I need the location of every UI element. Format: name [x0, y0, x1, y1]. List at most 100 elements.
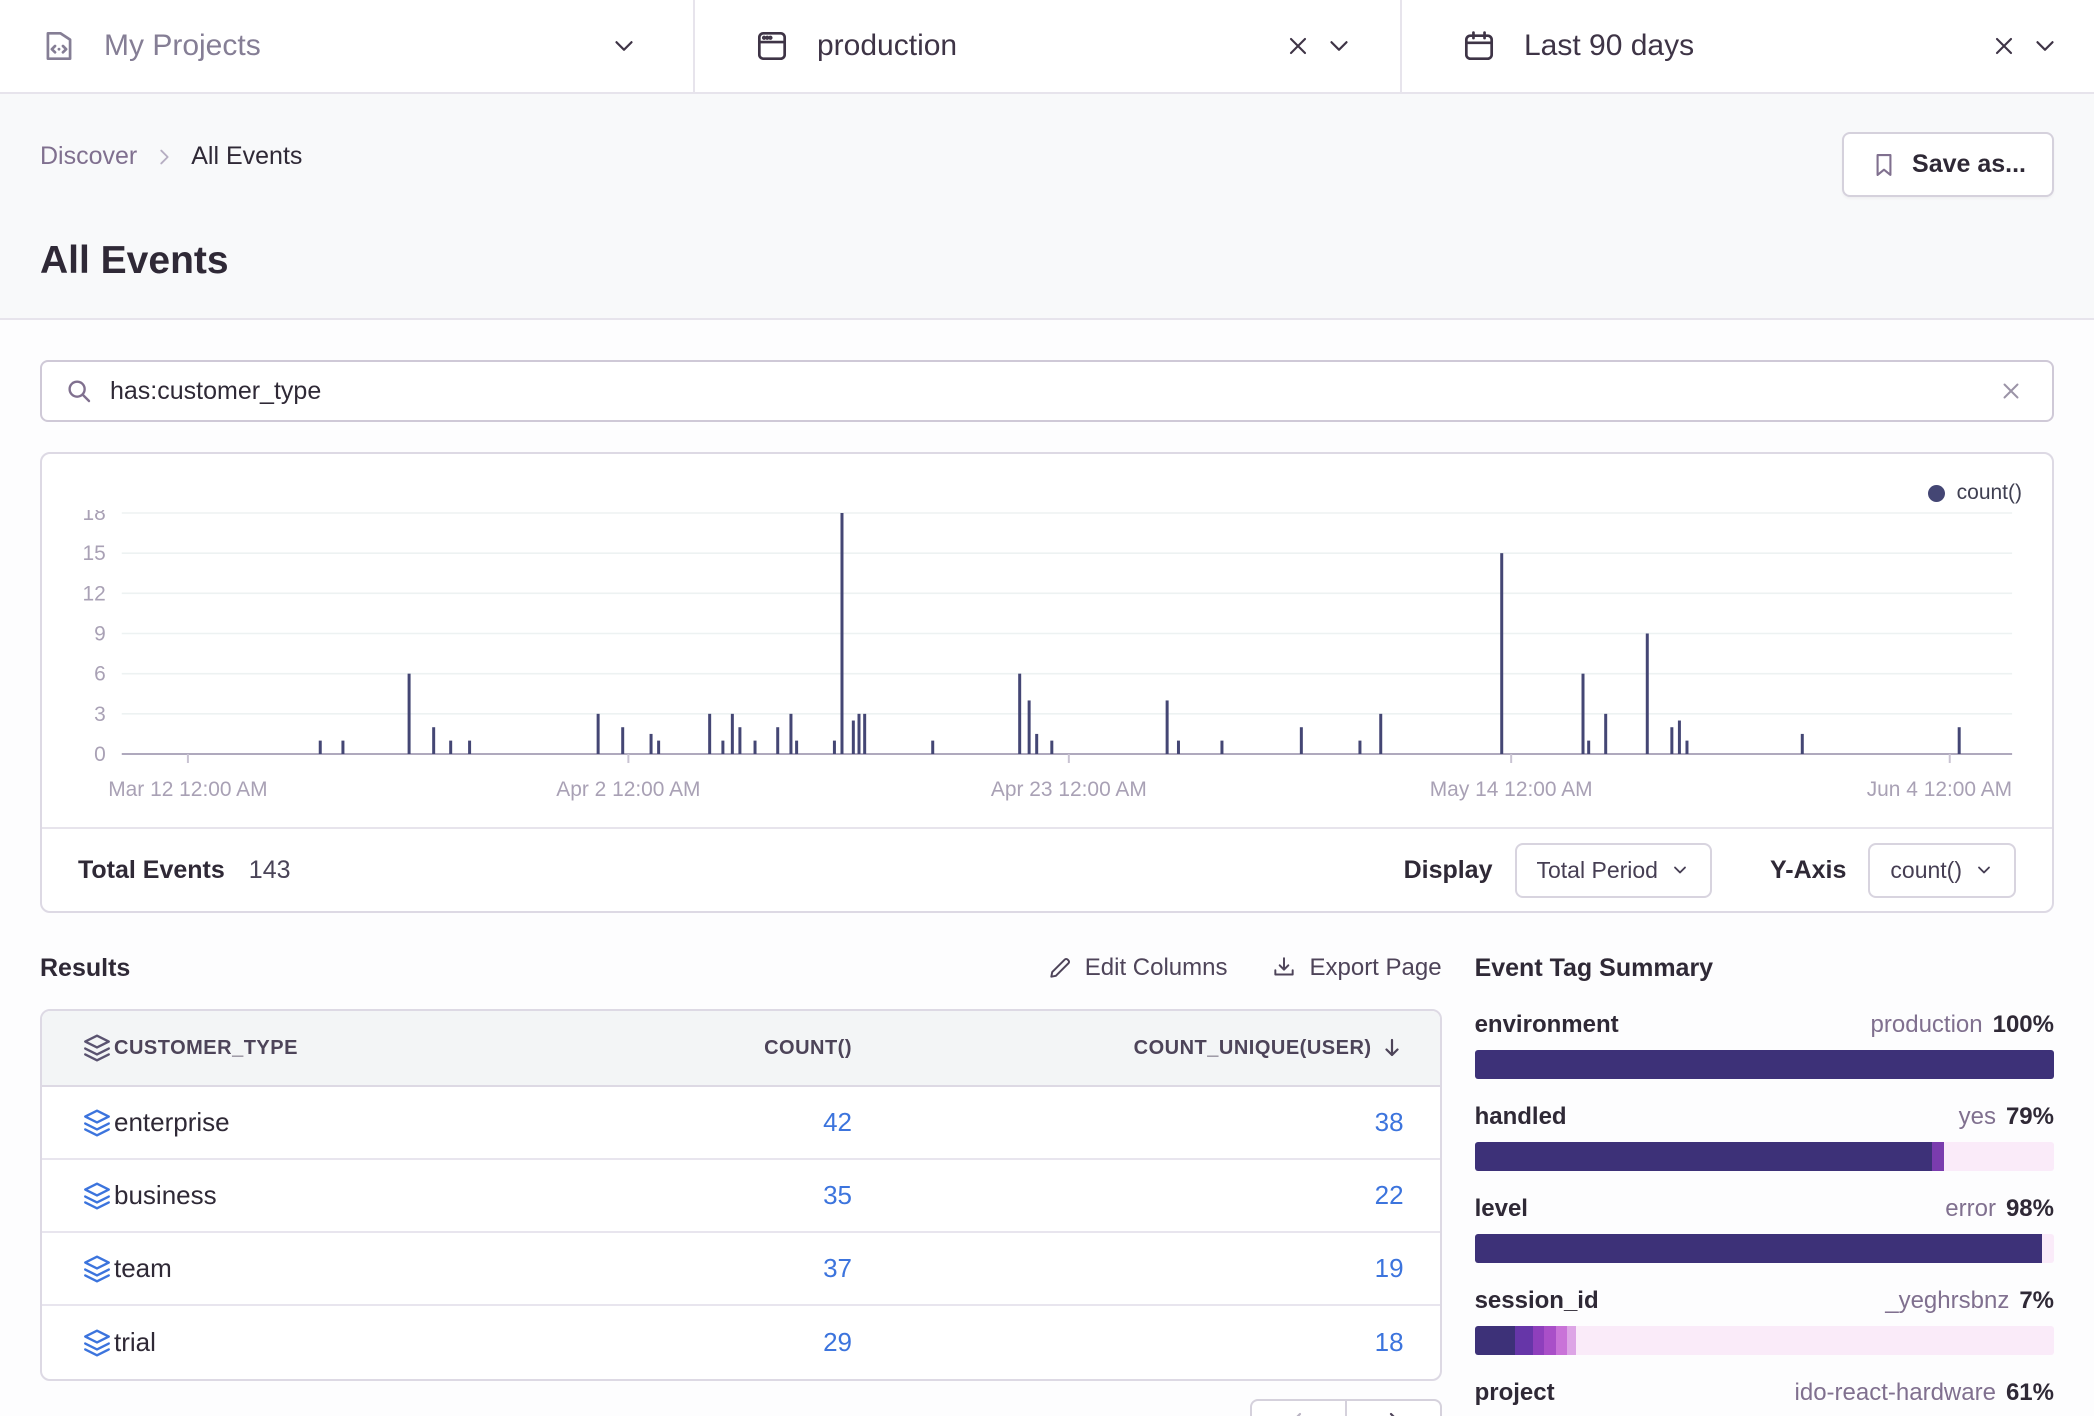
search-input[interactable] [110, 377, 1992, 406]
svg-text:Mar 12 12:00 AM: Mar 12 12:00 AM [108, 778, 267, 801]
display-dropdown[interactable]: Total Period [1515, 843, 1712, 898]
date-range-clear-icon[interactable] [1984, 26, 2024, 66]
svg-text:15: 15 [83, 542, 106, 565]
col-customer-type[interactable]: CUSTOMER_TYPE [114, 1037, 554, 1060]
svg-text:May 14 12:00 AM: May 14 12:00 AM [1430, 778, 1593, 801]
cell-count: 37 [554, 1253, 888, 1284]
project-chevron-down-icon[interactable] [603, 25, 645, 67]
tag-bar-segment [1515, 1326, 1532, 1355]
projects-icon [40, 27, 78, 65]
tag-bar-segment [1533, 1326, 1545, 1355]
page-header: Discover All Events Save as... All Event… [0, 94, 2094, 320]
project-selector[interactable]: My Projects [0, 0, 693, 92]
tag-percent: 7% [2019, 1287, 2054, 1315]
cell-count-unique-user: 22 [888, 1180, 1440, 1211]
page-title: All Events [40, 239, 2054, 283]
display-dropdown-value: Total Period [1537, 857, 1658, 884]
cell-count: 29 [554, 1327, 888, 1358]
count-link[interactable]: 42 [823, 1107, 852, 1137]
environment-label: production [817, 29, 957, 63]
chart-footer: Total Events 143 Display Total Period Y-… [42, 827, 2052, 911]
export-page-label: Export Page [1309, 954, 1441, 982]
count-unique-link[interactable]: 22 [1375, 1180, 1404, 1210]
environment-selector[interactable]: production [693, 0, 1400, 92]
cell-customer-type: team [114, 1253, 554, 1284]
tag-bar-segment [1932, 1142, 1944, 1171]
tag-item: project ido-react-hardware 61% [1475, 1379, 2054, 1416]
cell-count-unique-user: 38 [888, 1107, 1440, 1138]
save-as-button[interactable]: Save as... [1842, 132, 2054, 197]
global-filter-bar: My Projects production Last 90 days [0, 0, 2094, 94]
project-selector-label: My Projects [104, 29, 261, 63]
cell-customer-type: business [114, 1180, 554, 1211]
breadcrumb-current: All Events [191, 142, 302, 171]
tag-bar-segment [1544, 1326, 1556, 1355]
svg-text:Apr 23 12:00 AM: Apr 23 12:00 AM [991, 778, 1147, 801]
edit-columns-label: Edit Columns [1085, 954, 1228, 982]
edit-columns-button[interactable]: Edit Columns [1047, 954, 1228, 982]
tag-percent: 100% [1993, 1011, 2054, 1039]
tag-top-value: production [1871, 1011, 1983, 1039]
tag-percent: 98% [2006, 1195, 2054, 1223]
environment-clear-icon[interactable] [1278, 26, 1318, 66]
chevron-down-icon [1974, 860, 1994, 880]
cell-customer-type: enterprise [114, 1107, 554, 1138]
next-page-button[interactable] [1346, 1399, 1442, 1416]
svg-text:12: 12 [83, 582, 106, 605]
yaxis-dropdown-value: count() [1890, 857, 1962, 884]
tag-top-value: error [1945, 1195, 1996, 1223]
col-count[interactable]: COUNT() [554, 1037, 888, 1060]
breadcrumb-discover-link[interactable]: Discover [40, 142, 137, 171]
table-row: team 37 19 [42, 1233, 1440, 1306]
total-events-label: Total Events [78, 856, 225, 885]
tag-bar-segment [1475, 1234, 2043, 1263]
stack-icon [42, 1254, 114, 1284]
col-count-unique-user[interactable]: COUNT_UNIQUE(USER) [888, 1036, 1440, 1060]
tag-bar-segment [1475, 1326, 1516, 1355]
calendar-icon [1460, 27, 1498, 65]
yaxis-dropdown[interactable]: count() [1868, 843, 2016, 898]
svg-text:6: 6 [94, 663, 106, 686]
date-range-chevron-down-icon[interactable] [2024, 25, 2066, 67]
tag-top-value: _yeghrsbnz [1885, 1287, 2009, 1315]
tag-distribution-bar[interactable] [1475, 1050, 2054, 1079]
tag-name: project [1475, 1379, 1555, 1407]
stack-icon [42, 1108, 114, 1138]
tag-bar-segment [2042, 1234, 2054, 1263]
tag-bar-segment [1556, 1326, 1568, 1355]
tag-item: environment production 100% [1475, 1011, 2054, 1079]
table-row: trial 29 18 [42, 1306, 1440, 1379]
tag-bar-segment [1475, 1050, 2054, 1079]
count-link[interactable]: 35 [823, 1180, 852, 1210]
window-icon [753, 27, 791, 65]
yaxis-label: Y-Axis [1770, 856, 1846, 885]
search-clear-icon[interactable] [1992, 372, 2030, 410]
previous-page-button[interactable] [1250, 1399, 1346, 1416]
date-range-selector[interactable]: Last 90 days [1400, 0, 2094, 92]
tag-bar-segment [1475, 1142, 1933, 1171]
events-chart: 0369121518Mar 12 12:00 AMApr 2 12:00 AMA… [42, 510, 2052, 827]
tag-distribution-bar[interactable] [1475, 1326, 2054, 1355]
count-link[interactable]: 37 [823, 1253, 852, 1283]
event-tag-summary: Event Tag Summary environment production… [1475, 945, 2054, 1416]
stack-icon [42, 1033, 114, 1063]
count-unique-link[interactable]: 18 [1375, 1327, 1404, 1357]
svg-text:Apr 2 12:00 AM: Apr 2 12:00 AM [556, 778, 700, 801]
export-page-button[interactable]: Export Page [1271, 954, 1441, 982]
environment-chevron-down-icon[interactable] [1318, 25, 1360, 67]
tag-item: level error 98% [1475, 1195, 2054, 1263]
search-bar [40, 360, 2054, 422]
tag-distribution-bar[interactable] [1475, 1234, 2054, 1263]
svg-text:Jun 4 12:00 AM: Jun 4 12:00 AM [1867, 778, 2012, 801]
legend-dot-icon [1928, 485, 1945, 502]
tag-distribution-bar[interactable] [1475, 1142, 2054, 1171]
count-link[interactable]: 29 [823, 1327, 852, 1357]
chevron-right-icon [153, 146, 175, 168]
save-as-label: Save as... [1912, 150, 2026, 179]
bookmark-icon [1870, 151, 1898, 179]
count-unique-link[interactable]: 19 [1375, 1253, 1404, 1283]
count-unique-link[interactable]: 38 [1375, 1107, 1404, 1137]
chart-legend[interactable]: count() [42, 454, 2052, 510]
tag-top-value: yes [1959, 1103, 1996, 1131]
results-heading: Results [40, 954, 130, 983]
